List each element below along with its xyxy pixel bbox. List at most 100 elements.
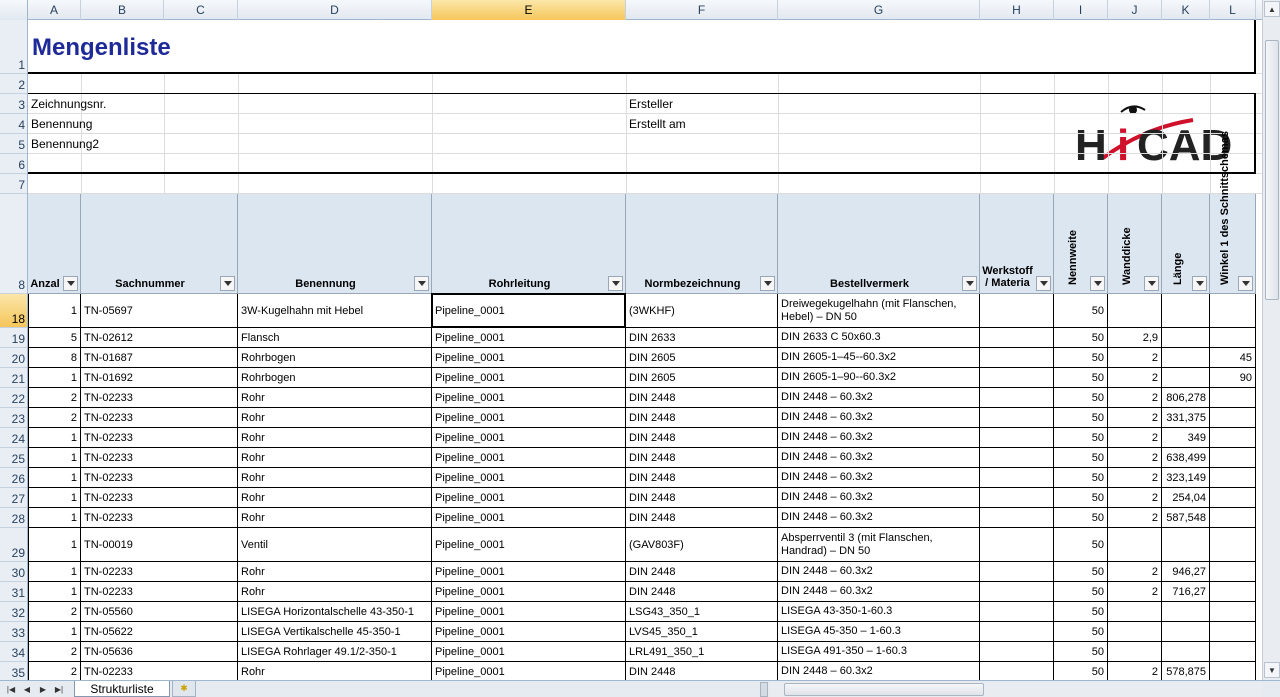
cell-i[interactable]: 50 bbox=[1054, 488, 1107, 507]
cell-e[interactable]: Pipeline_0001 bbox=[432, 368, 625, 387]
cell-f[interactable]: LVS45_350_1 bbox=[626, 622, 777, 641]
cell-i[interactable]: 50 bbox=[1054, 642, 1107, 661]
cell-a[interactable]: 1 bbox=[28, 508, 80, 527]
cell-k[interactable] bbox=[1162, 642, 1209, 661]
cell-i[interactable]: 50 bbox=[1054, 348, 1107, 367]
cell-i[interactable]: 50 bbox=[1054, 562, 1107, 581]
cell-a[interactable]: 8 bbox=[28, 348, 80, 367]
row-header-5[interactable]: 5 bbox=[0, 134, 27, 154]
cell-l[interactable] bbox=[1210, 528, 1255, 561]
cell-k[interactable] bbox=[1162, 528, 1209, 561]
cell-l[interactable] bbox=[1210, 562, 1255, 581]
cell-i[interactable]: 50 bbox=[1054, 448, 1107, 467]
cell-d[interactable]: Rohrbogen bbox=[238, 348, 431, 367]
cell-j[interactable] bbox=[1108, 642, 1161, 661]
cell-f[interactable]: DIN 2633 bbox=[626, 328, 777, 347]
tab-split-handle[interactable] bbox=[760, 682, 768, 697]
column-header-c[interactable]: C bbox=[164, 0, 238, 20]
row-header-28[interactable]: 28 bbox=[0, 508, 27, 528]
cell-f[interactable]: (GAV803F) bbox=[626, 528, 777, 561]
cell-k[interactable] bbox=[1162, 348, 1209, 367]
cell-f[interactable]: DIN 2605 bbox=[626, 368, 777, 387]
row-header-33[interactable]: 33 bbox=[0, 622, 27, 642]
row-header-4[interactable]: 4 bbox=[0, 114, 27, 134]
cell-e[interactable]: Pipeline_0001 bbox=[432, 488, 625, 507]
cell-b[interactable]: TN-02233 bbox=[81, 488, 237, 507]
cell-l[interactable] bbox=[1210, 488, 1255, 507]
scroll-down-button[interactable]: ▼ bbox=[1264, 662, 1280, 678]
cell-f[interactable]: DIN 2448 bbox=[626, 388, 777, 407]
cell-e[interactable]: Pipeline_0001 bbox=[432, 662, 625, 680]
cell-d[interactable]: Rohr bbox=[238, 408, 431, 427]
insert-sheet-icon[interactable]: ✱ bbox=[172, 681, 196, 697]
cell-l[interactable] bbox=[1210, 428, 1255, 447]
cell-l[interactable] bbox=[1210, 408, 1255, 427]
filter-dropdown-button[interactable] bbox=[1036, 276, 1051, 291]
cell-j[interactable]: 2 bbox=[1108, 408, 1161, 427]
cell-g[interactable]: LISEGA 43-350-1-60.3 bbox=[778, 602, 979, 621]
column-header-f[interactable]: F bbox=[626, 0, 778, 20]
cell-i[interactable]: 50 bbox=[1054, 508, 1107, 527]
cell-b[interactable]: TN-02233 bbox=[81, 388, 237, 407]
cell-e[interactable]: Pipeline_0001 bbox=[432, 408, 625, 427]
cell-i[interactable]: 50 bbox=[1054, 388, 1107, 407]
cell-k[interactable] bbox=[1162, 328, 1209, 347]
row-header-21[interactable]: 21 bbox=[0, 368, 27, 388]
cell-j[interactable] bbox=[1108, 622, 1161, 641]
cell-g[interactable]: DIN 2448 – 60.3x2 bbox=[778, 428, 979, 447]
cell-b[interactable]: TN-01692 bbox=[81, 368, 237, 387]
cell-i[interactable]: 50 bbox=[1054, 582, 1107, 601]
row-header-23[interactable]: 23 bbox=[0, 408, 27, 428]
column-header-j[interactable]: J bbox=[1108, 0, 1162, 20]
cell-g[interactable]: DIN 2448 – 60.3x2 bbox=[778, 388, 979, 407]
cell-f[interactable]: DIN 2448 bbox=[626, 582, 777, 601]
cell-k[interactable]: 946,27 bbox=[1162, 562, 1209, 581]
cell-b[interactable]: TN-02233 bbox=[81, 408, 237, 427]
cell-k[interactable]: 578,875 bbox=[1162, 662, 1209, 680]
cell-i[interactable]: 50 bbox=[1054, 428, 1107, 447]
worksheet-grid[interactable]: Mengenliste H i CAD Zeichnungsnr. Benennu… bbox=[28, 20, 1262, 680]
cell-a[interactable]: 1 bbox=[28, 562, 80, 581]
cell-g[interactable]: DIN 2448 – 60.3x2 bbox=[778, 468, 979, 487]
cell-g[interactable]: DIN 2448 – 60.3x2 bbox=[778, 508, 979, 527]
cell-e[interactable]: Pipeline_0001 bbox=[432, 468, 625, 487]
cell-d[interactable]: Rohrbogen bbox=[238, 368, 431, 387]
row-header-30[interactable]: 30 bbox=[0, 562, 27, 582]
cell-a[interactable]: 1 bbox=[28, 528, 80, 561]
cell-g[interactable]: DIN 2633 C 50x60.3 bbox=[778, 328, 979, 347]
filter-dropdown-button[interactable] bbox=[63, 276, 78, 291]
cell-f[interactable]: DIN 2448 bbox=[626, 468, 777, 487]
cell-d[interactable]: Rohr bbox=[238, 582, 431, 601]
cell-i[interactable]: 50 bbox=[1054, 622, 1107, 641]
cell-e[interactable]: Pipeline_0001 bbox=[432, 348, 625, 367]
cell-g[interactable]: DIN 2448 – 60.3x2 bbox=[778, 662, 979, 680]
column-header-g[interactable]: G bbox=[778, 0, 980, 20]
cell-l[interactable] bbox=[1210, 662, 1255, 680]
sheet-tab-strukturliste[interactable]: Strukturliste bbox=[74, 681, 170, 697]
column-header-i[interactable]: I bbox=[1054, 0, 1108, 20]
cell-a[interactable]: 1 bbox=[28, 488, 80, 507]
cell-l[interactable]: 90 bbox=[1210, 368, 1255, 387]
cell-b[interactable]: TN-02233 bbox=[81, 448, 237, 467]
cell-d[interactable]: Rohr bbox=[238, 488, 431, 507]
cell-e[interactable]: Pipeline_0001 bbox=[432, 448, 625, 467]
cell-a[interactable]: 1 bbox=[28, 368, 80, 387]
row-header-8[interactable]: 8 bbox=[0, 194, 27, 294]
cell-k[interactable]: 349 bbox=[1162, 428, 1209, 447]
cell-b[interactable]: TN-05636 bbox=[81, 642, 237, 661]
column-header-e[interactable]: E bbox=[432, 0, 626, 20]
cell-e[interactable]: Pipeline_0001 bbox=[432, 328, 625, 347]
cell-k[interactable] bbox=[1162, 602, 1209, 621]
cell-f[interactable]: DIN 2448 bbox=[626, 488, 777, 507]
row-header-22[interactable]: 22 bbox=[0, 388, 27, 408]
cell-j[interactable]: 2 bbox=[1108, 428, 1161, 447]
cell-j[interactable]: 2 bbox=[1108, 468, 1161, 487]
cell-g[interactable]: DIN 2448 – 60.3x2 bbox=[778, 408, 979, 427]
row-header-32[interactable]: 32 bbox=[0, 602, 27, 622]
row-header-25[interactable]: 25 bbox=[0, 448, 27, 468]
row-header-7[interactable]: 7 bbox=[0, 174, 27, 194]
filter-dropdown-button[interactable] bbox=[962, 276, 977, 291]
cell-j[interactable]: 2 bbox=[1108, 508, 1161, 527]
cell-j[interactable]: 2 bbox=[1108, 448, 1161, 467]
cell-g[interactable]: DIN 2448 – 60.3x2 bbox=[778, 582, 979, 601]
